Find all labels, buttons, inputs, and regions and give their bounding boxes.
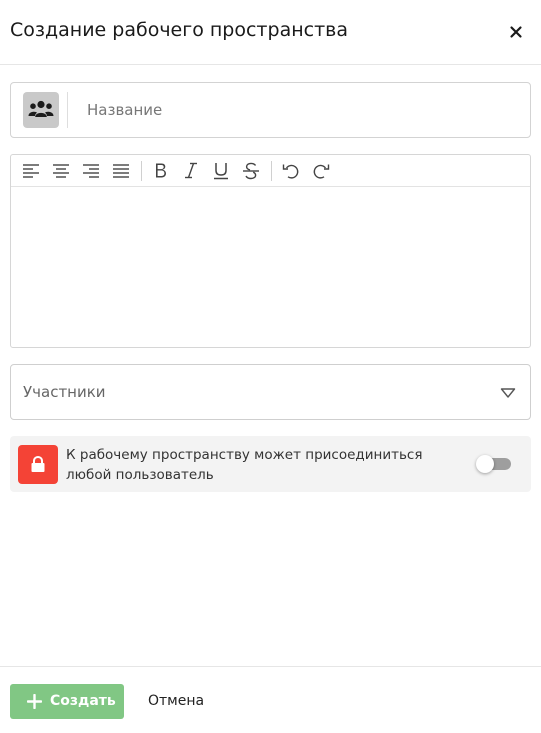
workspace-name-field [10,82,531,138]
toolbar-separator [271,161,272,181]
cancel-button-label: Отмена [148,693,205,709]
dialog-footer: Создать Отмена [0,666,541,733]
dialog-title: Создание рабочего пространства [10,19,348,41]
bold-button[interactable] [150,161,172,181]
align-justify-button[interactable] [110,161,132,181]
align-center-icon [53,164,69,178]
align-left-icon [23,164,39,178]
toggle-thumb [476,455,494,473]
workspace-icon-picker[interactable] [23,92,59,128]
align-left-button[interactable] [20,161,42,181]
description-editor [10,154,531,348]
participants-select[interactable]: Участники [10,364,531,420]
plus-icon [27,694,42,709]
close-button[interactable] [505,21,527,43]
toolbar-separator [141,161,142,181]
lock-icon [31,456,45,472]
editor-toolbar [11,155,530,187]
italic-button[interactable] [180,161,202,181]
underline-button[interactable] [210,161,232,181]
underline-icon [214,163,228,180]
participants-label: Участники [23,383,106,401]
create-button-label: Создать [50,693,116,709]
editor-content-area[interactable] [11,187,530,347]
align-right-button[interactable] [80,161,102,181]
users-group-icon [28,100,54,117]
italic-icon [185,162,197,179]
open-access-toggle[interactable] [476,455,512,473]
create-workspace-dialog: Создание рабочего пространства Название … [0,0,541,733]
name-field-divider [67,92,68,128]
workspace-name-input[interactable] [77,92,517,128]
open-access-setting: К рабочему пространству может присоедини… [10,436,531,492]
strikethrough-button[interactable] [240,161,262,181]
redo-button[interactable] [310,161,332,181]
undo-button[interactable] [280,161,302,181]
undo-icon [282,164,299,179]
lock-badge [18,445,58,484]
close-icon [510,26,522,38]
open-access-description: К рабочему пространству может присоедини… [66,447,423,483]
strikethrough-icon [243,162,259,180]
align-justify-icon [113,164,129,178]
create-button[interactable]: Создать [10,684,124,719]
align-center-button[interactable] [50,161,72,181]
cancel-button[interactable]: Отмена [138,684,212,719]
align-right-icon [83,164,99,178]
dialog-header: Создание рабочего пространства [0,0,541,65]
bold-icon [156,163,166,178]
redo-icon [313,164,330,179]
chevron-down-icon [500,388,516,398]
